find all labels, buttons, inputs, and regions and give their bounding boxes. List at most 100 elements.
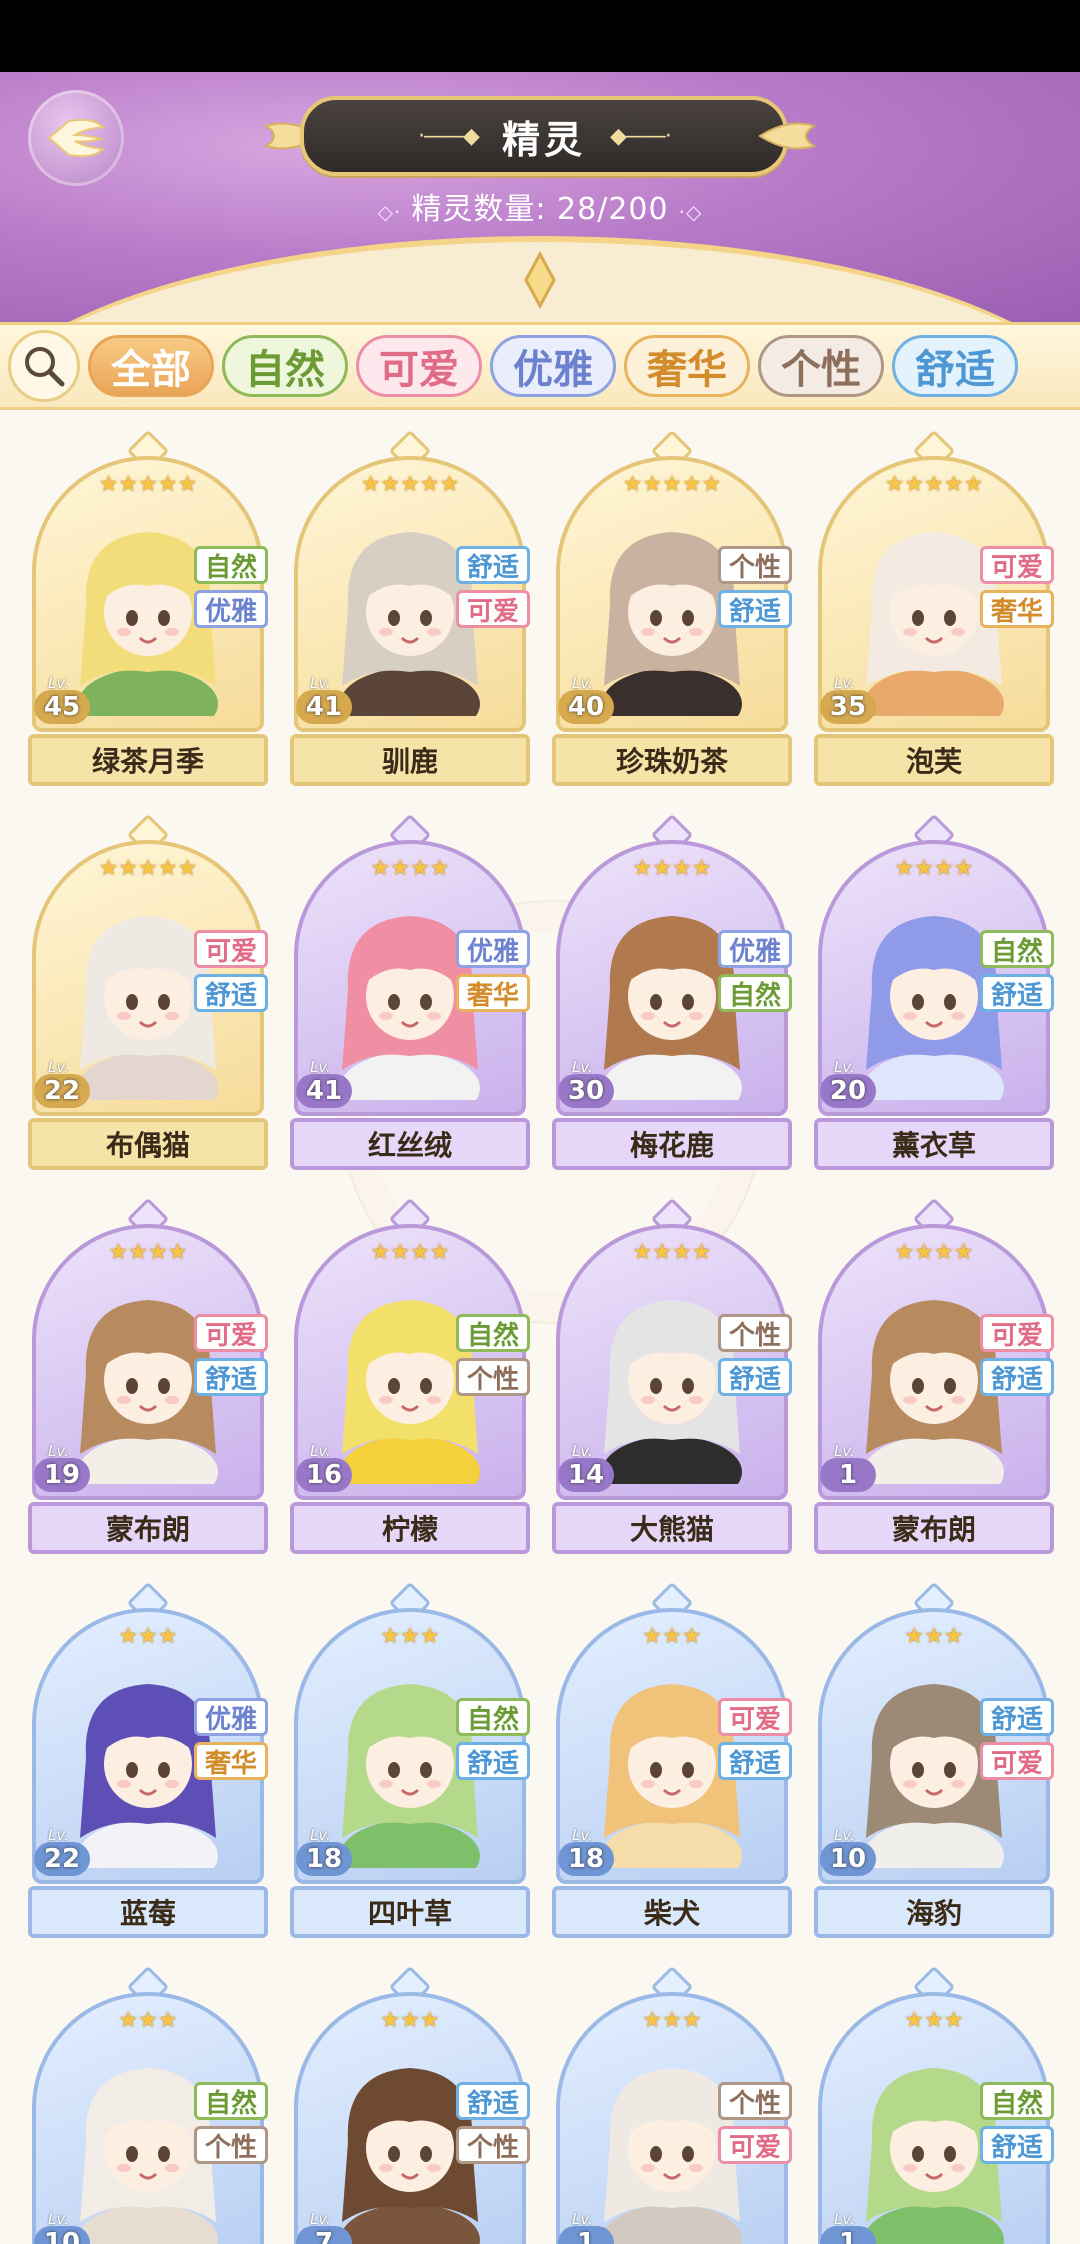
spirit-card[interactable]: ★★★★ 优雅 奢华 Lv. 41 红丝绒 xyxy=(290,813,530,1182)
trait-tag: 个性 xyxy=(456,1358,530,1396)
level-value: 30 xyxy=(567,1076,605,1106)
spirit-card[interactable]: ★★★★ 可爱 舒适 Lv. 19 蒙布朗 xyxy=(28,1197,268,1566)
level-value: 18 xyxy=(305,1844,343,1874)
spirit-card[interactable]: ★★★★★ 舒适 可爱 Lv. 41 驯鹿 xyxy=(290,429,530,798)
level-badge: Lv. 18 xyxy=(558,1826,620,1878)
spirit-card[interactable]: ★★★ 自然 舒适 Lv. 1 xyxy=(818,1965,1054,2244)
trait-tag: 奢华 xyxy=(456,974,530,1012)
trait-tag: 舒适 xyxy=(194,1358,268,1396)
level-badge: Lv. 14 xyxy=(558,1442,620,1494)
trait-tag: 优雅 xyxy=(194,1698,268,1736)
trait-tag: 可爱 xyxy=(456,590,530,628)
trait-tag: 舒适 xyxy=(980,1698,1054,1736)
spirit-card[interactable]: ★★★ 舒适 个性 Lv. 7 xyxy=(294,1965,530,2244)
level-badge: Lv. 41 xyxy=(296,674,358,726)
trait-tags: 个性 可爱 xyxy=(718,2082,792,2164)
spirit-card[interactable]: ★★★★ 自然 舒适 Lv. 20 薰衣草 xyxy=(814,813,1054,1182)
level-value: 19 xyxy=(43,1460,81,1490)
spirit-name: 梅花鹿 xyxy=(552,1118,792,1170)
trait-tag: 舒适 xyxy=(718,1358,792,1396)
trait-tag: 自然 xyxy=(194,2082,268,2120)
filter-chip-5[interactable]: 个性 xyxy=(758,335,884,397)
filter-chip-0[interactable]: 全部 xyxy=(88,335,214,397)
trait-tag: 奢华 xyxy=(194,1742,268,1780)
filter-chip-2[interactable]: 可爱 xyxy=(356,335,482,397)
spirit-card[interactable]: ★★★★ 个性 舒适 Lv. 14 大熊猫 xyxy=(552,1197,792,1566)
trait-tags: 自然 优雅 xyxy=(194,546,268,628)
level-badge: Lv. 41 xyxy=(296,1058,358,1110)
trait-tags: 可爱 舒适 xyxy=(194,1314,268,1396)
trait-tag: 优雅 xyxy=(456,930,530,968)
star-rating: ★★★ xyxy=(904,1624,964,1649)
level-badge: Lv. 20 xyxy=(820,1058,882,1110)
spirit-card[interactable]: ★★★★★ 个性 舒适 Lv. 40 珍珠奶茶 xyxy=(552,429,792,798)
spirit-card[interactable]: ★★★★★ 可爱 奢华 Lv. 35 泡芙 xyxy=(814,429,1054,798)
level-badge: Lv. 10 xyxy=(34,2210,96,2244)
trait-tags: 舒适 个性 xyxy=(456,2082,530,2164)
status-bar xyxy=(0,0,1080,72)
star-rating: ★★★★ xyxy=(108,1240,188,1265)
spirit-card[interactable]: ★★★★★ 自然 优雅 Lv. 45 绿茶月季 xyxy=(28,429,268,798)
trait-tag: 可爱 xyxy=(980,546,1054,584)
filter-chip-6[interactable]: 舒适 xyxy=(892,335,1018,397)
spirit-card[interactable]: ★★★ 自然 个性 Lv. 10 xyxy=(32,1965,268,2244)
level-value: 1 xyxy=(838,2228,858,2244)
title-deco-right: ◆——· xyxy=(610,123,672,149)
spirit-name: 珍珠奶茶 xyxy=(552,734,792,786)
spirit-name: 蒙布朗 xyxy=(814,1502,1054,1554)
spirit-card[interactable]: ★★★★ 优雅 自然 Lv. 30 梅花鹿 xyxy=(552,813,792,1182)
spirit-card[interactable]: ★★★★★ 可爱 舒适 Lv. 22 布偶猫 xyxy=(28,813,268,1182)
level-value: 14 xyxy=(567,1460,605,1490)
trait-tag: 舒适 xyxy=(980,2126,1054,2164)
level-value: 22 xyxy=(43,1076,81,1106)
trait-tag: 舒适 xyxy=(718,1742,792,1780)
spirit-card[interactable]: ★★★★ 可爱 舒适 Lv. 1 蒙布朗 xyxy=(814,1197,1054,1566)
spirit-card[interactable]: ★★★ 自然 舒适 Lv. 18 四叶草 xyxy=(290,1581,530,1950)
trait-tags: 优雅 奢华 xyxy=(456,930,530,1012)
filter-chip-3[interactable]: 优雅 xyxy=(490,335,616,397)
back-wing-icon xyxy=(47,118,106,158)
trait-tags: 优雅 奢华 xyxy=(194,1698,268,1780)
level-value: 1 xyxy=(838,1460,858,1490)
spirit-card[interactable]: ★★★ 舒适 可爱 Lv. 10 海豹 xyxy=(814,1581,1054,1950)
level-value: 1 xyxy=(576,2228,596,2244)
filter-bar: 全部 自然 可爱 优雅 奢华 个性 舒适 xyxy=(0,322,1080,410)
spirit-card[interactable]: ★★★ 优雅 奢华 Lv. 22 蓝莓 xyxy=(28,1581,268,1950)
level-badge: Lv. 7 xyxy=(296,2210,358,2244)
filter-chip-1[interactable]: 自然 xyxy=(222,335,348,397)
star-rating: ★★★★ xyxy=(370,1240,450,1265)
back-button[interactable] xyxy=(28,90,124,186)
trait-tag: 个性 xyxy=(718,546,792,584)
star-rating: ★★★★★ xyxy=(360,472,460,497)
level-value: 45 xyxy=(43,692,81,722)
trait-tag: 自然 xyxy=(718,974,792,1012)
star-rating: ★★★ xyxy=(642,1624,702,1649)
spirit-name: 绿茶月季 xyxy=(28,734,268,786)
level-badge: Lv. 22 xyxy=(34,1058,96,1110)
trait-tags: 个性 舒适 xyxy=(718,546,792,628)
filter-chip-4[interactable]: 奢华 xyxy=(624,335,750,397)
spirit-card[interactable]: ★★★ 可爱 舒适 Lv. 18 柴犬 xyxy=(552,1581,792,1950)
trait-tag: 可爱 xyxy=(718,1698,792,1736)
star-rating: ★★★★★ xyxy=(98,856,198,881)
search-button[interactable] xyxy=(8,330,80,402)
trait-tags: 自然 个性 xyxy=(456,1314,530,1396)
star-rating: ★★★★★ xyxy=(98,472,198,497)
level-badge: Lv. 22 xyxy=(34,1826,96,1878)
spirit-name: 驯鹿 xyxy=(290,734,530,786)
level-badge: Lv. 1 xyxy=(558,2210,620,2244)
trait-tag: 个性 xyxy=(718,1314,792,1352)
spirit-name: 红丝绒 xyxy=(290,1118,530,1170)
trait-tag: 舒适 xyxy=(456,1742,530,1780)
level-badge: Lv. 35 xyxy=(820,674,882,726)
spirit-card[interactable]: ★★★ 个性 可爱 Lv. 1 xyxy=(556,1965,792,2244)
crest-icon xyxy=(524,250,556,310)
trait-tag: 可爱 xyxy=(194,1314,268,1352)
trait-tags: 可爱 舒适 xyxy=(718,1698,792,1780)
star-rating: ★★★★ xyxy=(632,856,712,881)
spirit-card[interactable]: ★★★★ 自然 个性 Lv. 16 柠檬 xyxy=(290,1197,530,1566)
spirit-count-label: 精灵数量: 28/200 xyxy=(411,192,669,227)
trait-tag: 舒适 xyxy=(194,974,268,1012)
trait-tags: 自然 舒适 xyxy=(980,2082,1054,2164)
trait-tag: 个性 xyxy=(456,2126,530,2164)
